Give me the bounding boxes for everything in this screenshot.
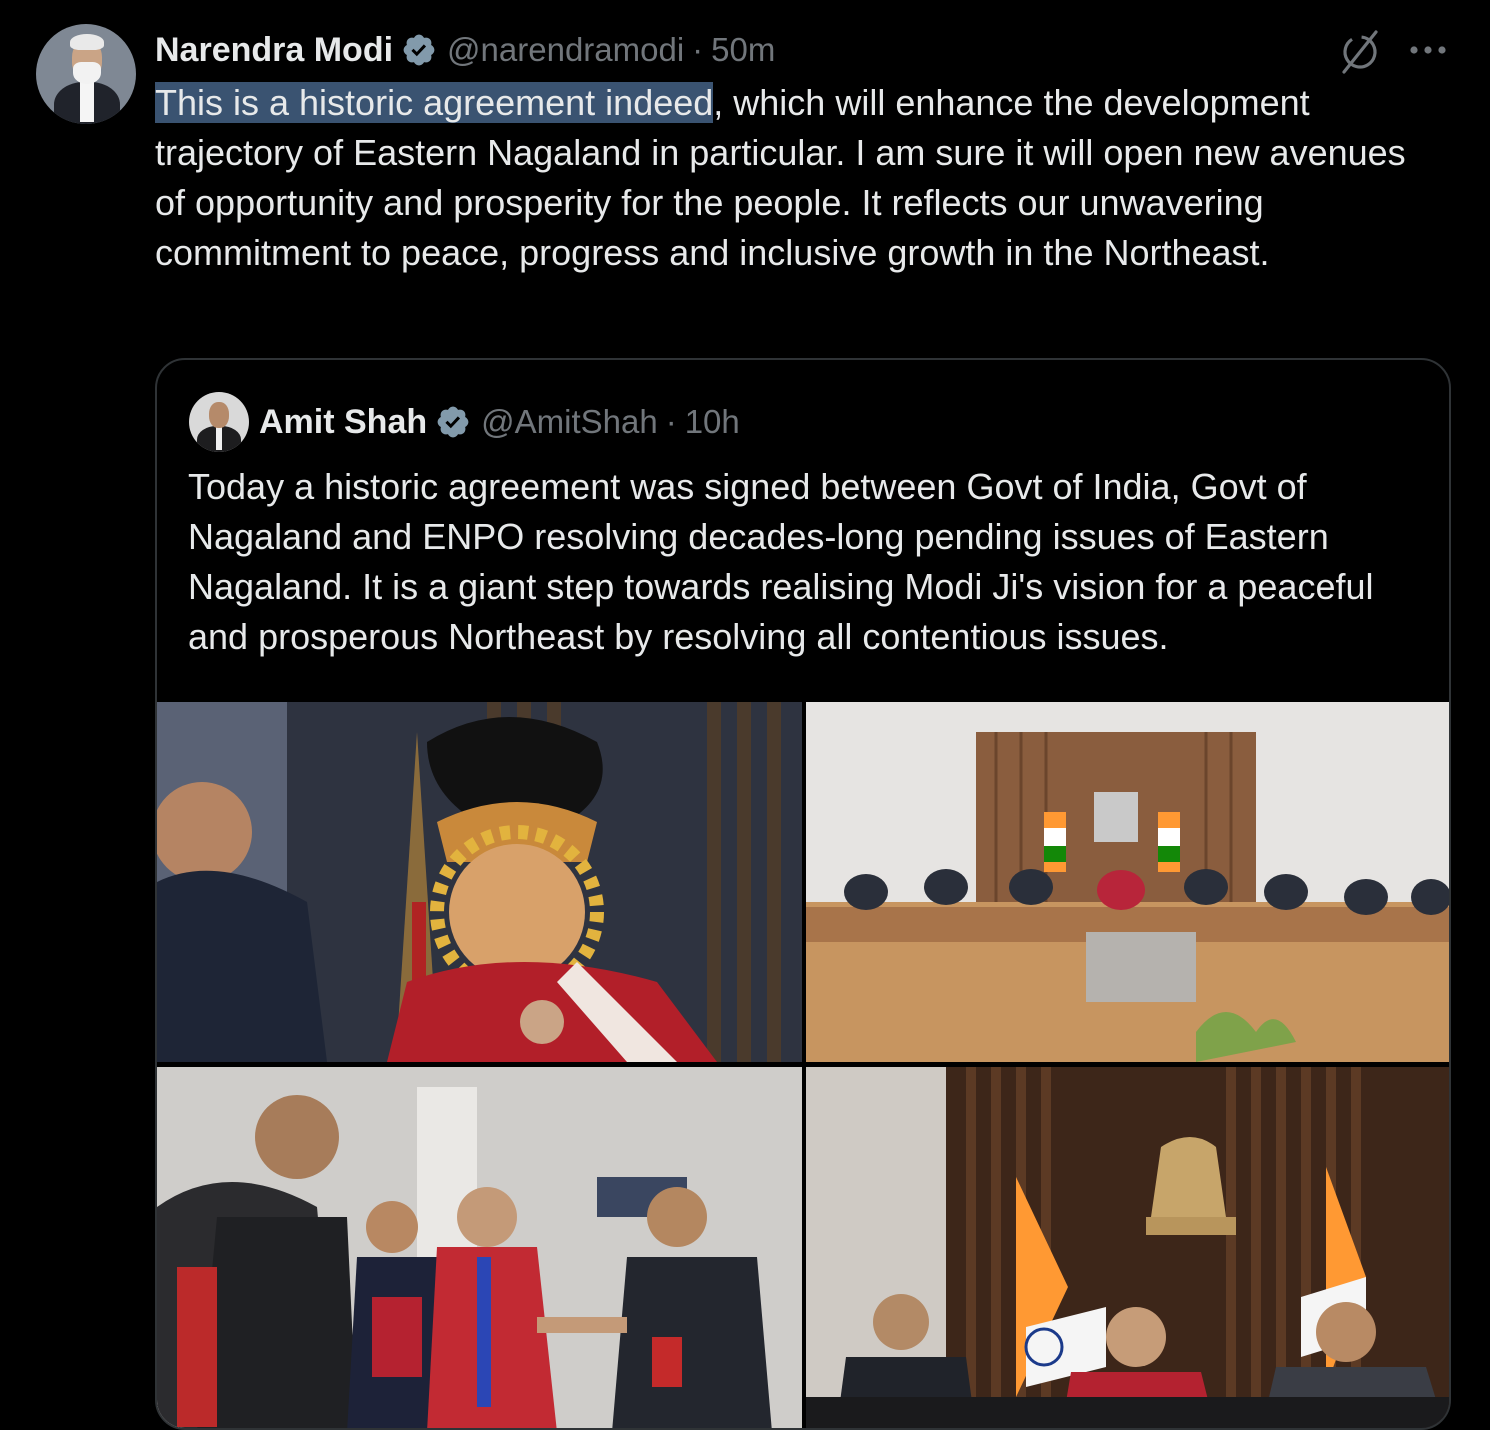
photo-4[interactable] [806, 1067, 1449, 1428]
quoted-author-avatar[interactable] [189, 392, 249, 452]
quoted-tweet-header: Amit Shah @AmitShah · 10h [259, 400, 740, 444]
tweet-time[interactable]: 50m [711, 31, 775, 69]
grok-icon[interactable] [1336, 28, 1384, 76]
author-avatar[interactable] [36, 24, 136, 124]
separator-dot: · [692, 31, 704, 68]
quoted-author-handle: @AmitShah [481, 403, 658, 440]
verified-badge-icon [437, 406, 469, 438]
photo-3[interactable] [157, 1067, 802, 1428]
photo-1[interactable] [157, 702, 802, 1062]
selected-text: This is a historic agreement indeed [155, 82, 714, 123]
quoted-tweet-time: 10h [684, 403, 740, 440]
verified-badge-icon[interactable] [401, 32, 437, 68]
more-icon[interactable] [1404, 28, 1452, 72]
tweet[interactable]: Narendra Modi @narendramodi · 50m This i… [0, 0, 1490, 1430]
author-handle[interactable]: @narendramodi [447, 31, 684, 69]
quoted-author-name: Amit Shah [259, 402, 428, 441]
author-name[interactable]: Narendra Modi [155, 31, 393, 70]
photo-2[interactable] [806, 702, 1449, 1062]
separator-dot: · [665, 403, 677, 440]
quoted-tweet[interactable]: Amit Shah @AmitShah · 10h Today a histor… [155, 358, 1451, 1430]
quoted-tweet-text: Today a historic agreement was signed be… [188, 466, 1374, 657]
tweet-header: Narendra Modi @narendramodi · 50m [155, 28, 775, 72]
tweet-text: This is a historic agreement indeed, whi… [155, 78, 1445, 278]
